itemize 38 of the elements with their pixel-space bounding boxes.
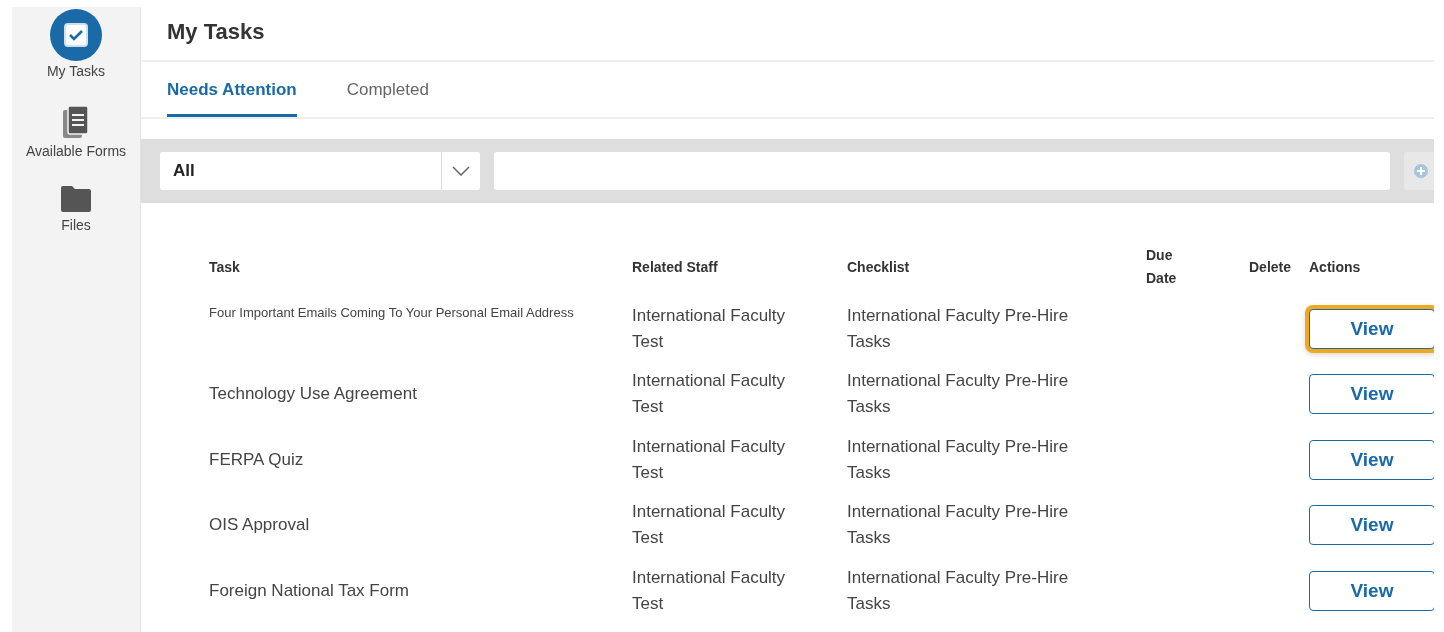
plus-circle-icon [1414,164,1428,178]
column-header: Actions [1309,257,1362,277]
table-cell-text: International Faculty Test [632,304,787,353]
table-cell-text: International Faculty Pre-Hire Tasks [847,501,1070,550]
view-button[interactable]: View [1309,374,1434,415]
column-header: Due Date [1146,246,1178,288]
column-header: Related Staff [632,257,719,277]
sidebar-item[interactable]: My Tasks [46,9,106,79]
table-cell-text: International Faculty Test [632,501,787,550]
column-header: Checklist [847,257,911,277]
tab[interactable]: Completed [346,62,429,117]
table-cell-text: International Faculty Pre-Hire Tasks [847,566,1070,615]
table-cell-text: International Faculty Pre-Hire Tasks [847,370,1070,419]
documents-icon [62,105,90,139]
table-cell-text: International Faculty Pre-Hire Tasks [847,304,1070,353]
view-button[interactable]: View [1309,570,1434,611]
view-button[interactable]: View [1309,505,1434,546]
add-button[interactable] [1404,152,1434,190]
chevron-down-icon [452,166,470,176]
table-cell-text: International Faculty Test [632,566,787,615]
search-field[interactable] [494,152,1390,190]
table-cell-text: International Faculty Test [632,435,787,484]
table-cell-text: FERPA Quiz [209,448,304,471]
table-cell-text: Technology Use Agreement [209,383,417,406]
sidebar-item[interactable]: Available Forms [25,105,127,159]
table-cell-text: Foreign National Tax Form [209,579,409,602]
filter-dropdown[interactable]: All [160,152,480,190]
table-cell-text: International Faculty Pre-Hire Tasks [847,435,1070,484]
table-cell-text: OIS Approval [209,514,310,537]
folder-icon [60,185,92,213]
column-header: Task [209,257,241,277]
table-cell-text: International Faculty Test [632,370,787,419]
table-cell-text: Four Important Emails Coming To Your Personal Email Address [209,304,574,322]
sidebar-item[interactable]: Files [60,185,92,233]
tab[interactable]: Needs Attention [167,62,297,117]
page-title: My Tasks [141,7,1434,62]
column-header: Delete [1249,257,1293,277]
view-button[interactable]: View [1309,439,1434,480]
